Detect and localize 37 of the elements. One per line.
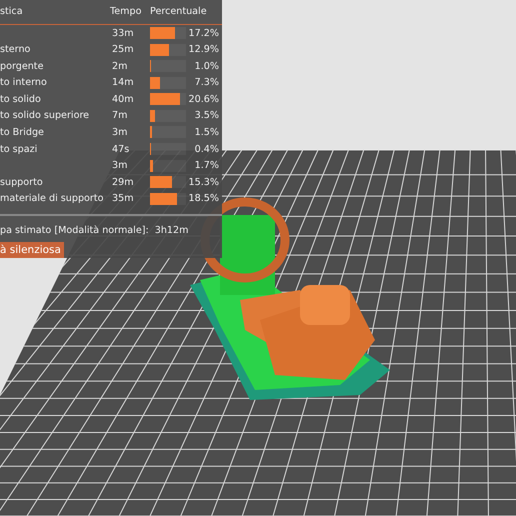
percent-value: 1.7% (194, 160, 219, 172)
time-value: 40m (112, 94, 135, 105)
time-value: 14m (112, 77, 135, 88)
feature-label: to Bridge (0, 126, 45, 138)
feature-label: to solido superiore (0, 110, 90, 122)
percent-value: 1.0% (194, 60, 219, 72)
time-value: 25m (112, 44, 135, 56)
percent-value: 17.2% (188, 28, 219, 39)
percent-value: 15.3% (188, 176, 219, 188)
estimate-label: pa stimato [Modalità normale]: (0, 225, 149, 236)
percent-value: 1.5% (194, 126, 219, 138)
time-value: 47s (112, 144, 130, 155)
time-value: 2m (112, 60, 128, 72)
time-value: 3m (112, 160, 128, 172)
column-header: stica (0, 6, 24, 18)
feature-label: to spazi (0, 144, 38, 155)
percent-value: 7.3% (194, 77, 219, 88)
percent-value: 0.4% (194, 144, 219, 155)
percent-value: 18.5% (188, 193, 219, 204)
time-value: 7m (112, 110, 128, 122)
estimate-value: 3h12m (154, 225, 188, 236)
percent-value: 20.6% (188, 94, 219, 105)
time-value: 35m (112, 193, 135, 204)
column-header: Percentuale (150, 6, 208, 18)
percent-value: 12.9% (188, 44, 219, 56)
time-value: 33m (112, 28, 135, 39)
feature-label: porgente (0, 60, 44, 72)
time-value: 29m (112, 176, 135, 188)
column-header: Tempo (110, 6, 142, 18)
feature-label: to solido (0, 94, 42, 105)
feature-label: to interno (0, 77, 48, 88)
percent-value: 3.5% (194, 110, 219, 122)
time-value: 3m (112, 126, 128, 138)
mode-button[interactable]: à silenziosa (0, 242, 64, 258)
feature-label: supporto (0, 176, 44, 188)
feature-label: sterno (0, 44, 32, 56)
feature-label: materiale di supporto (0, 193, 105, 204)
